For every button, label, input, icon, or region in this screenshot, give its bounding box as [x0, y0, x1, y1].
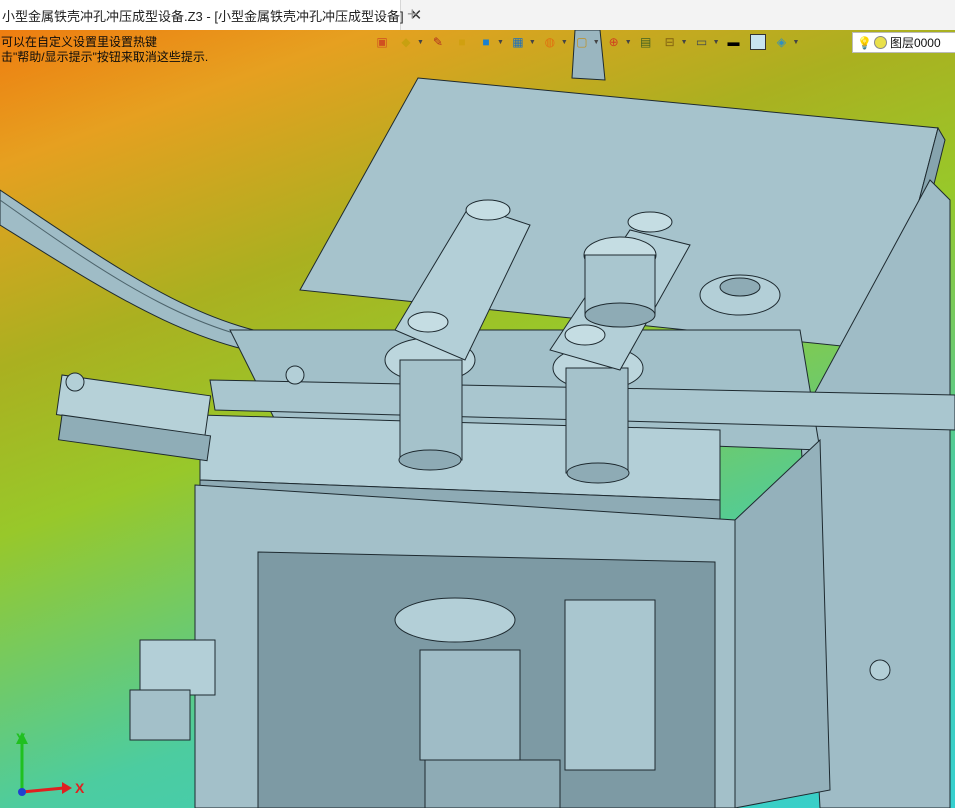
tab-bar: 小型金属铁壳冲孔冲压成型设备.Z3 - [小型金属铁壳冲孔冲压成型设备] ✕ +	[0, 0, 955, 31]
color-square-icon[interactable]	[748, 33, 768, 51]
monitor-icon[interactable]: ▭	[692, 33, 712, 51]
lower-cylinder-right	[564, 599, 656, 771]
view-icon[interactable]: ▣	[372, 33, 392, 51]
hint-line-2: 击"帮助/显示提示"按钮来取消这些提示.	[1, 50, 209, 64]
shaded-cube-icon[interactable]: ■	[452, 33, 472, 51]
chevron-down-icon[interactable]: ▼	[497, 39, 504, 46]
layer-label: 图层0000	[889, 36, 941, 50]
layer-selector[interactable]: 💡 图层0000	[852, 32, 955, 53]
layers-icon[interactable]: ◈	[772, 33, 792, 51]
viewport-icon[interactable]: ▤	[636, 33, 656, 51]
punch-column-left	[399, 359, 463, 461]
3d-viewport[interactable]: Y X	[0, 30, 955, 808]
lower-cylinder-left	[419, 649, 521, 761]
line-style-icon[interactable]: ▬	[724, 33, 744, 51]
valve-block	[139, 639, 216, 696]
split-icon[interactable]: ⊟	[660, 33, 680, 51]
chevron-down-icon[interactable]: ▼	[625, 39, 632, 46]
chevron-down-icon[interactable]: ▼	[417, 39, 424, 46]
paint-bucket-icon[interactable]: ◆	[396, 33, 416, 51]
chevron-down-icon[interactable]: ▼	[529, 39, 536, 46]
blue-cube-icon[interactable]: ■	[476, 33, 496, 51]
chevron-down-icon[interactable]: ▼	[713, 39, 720, 46]
pen-icon[interactable]: ✎	[428, 33, 448, 51]
tab-title: 小型金属铁壳冲孔冲压成型设备.Z3 - [小型金属铁壳冲孔冲压成型设备]	[2, 8, 404, 24]
chevron-down-icon[interactable]: ▼	[593, 39, 600, 46]
chevron-down-icon[interactable]: ▼	[681, 39, 688, 46]
view-toolbar: ▣ ◆ ▼ ✎ ■ ■ ▼ ▦ ▼ ◍ ▼ ▢ ▼ ⊕ ▼ ▤ ⊟ ▼ ▭ ▼ ▬ ◈ ▼	[372, 32, 803, 52]
crosshair-icon[interactable]: ⊕	[604, 33, 624, 51]
new-tab-button[interactable]: +	[407, 4, 418, 25]
lightbulb-icon[interactable]: 💡	[857, 36, 872, 50]
sphere-icon[interactable]: ◍	[540, 33, 560, 51]
chevron-down-icon[interactable]: ▼	[561, 39, 568, 46]
cad-model	[0, 30, 955, 808]
document-tab[interactable]: 小型金属铁壳冲孔冲压成型设备.Z3 - [小型金属铁壳冲孔冲压成型设备] ✕	[0, 0, 422, 30]
chevron-down-icon[interactable]: ▼	[793, 39, 800, 46]
y-axis-label: Y	[16, 730, 26, 746]
frame-icon[interactable]: ▢	[572, 33, 592, 51]
cube-display-icon[interactable]: ▦	[508, 33, 528, 51]
layer-color-dot	[873, 36, 887, 49]
x-axis-label: X	[75, 780, 85, 796]
punch-column-right	[565, 367, 629, 474]
